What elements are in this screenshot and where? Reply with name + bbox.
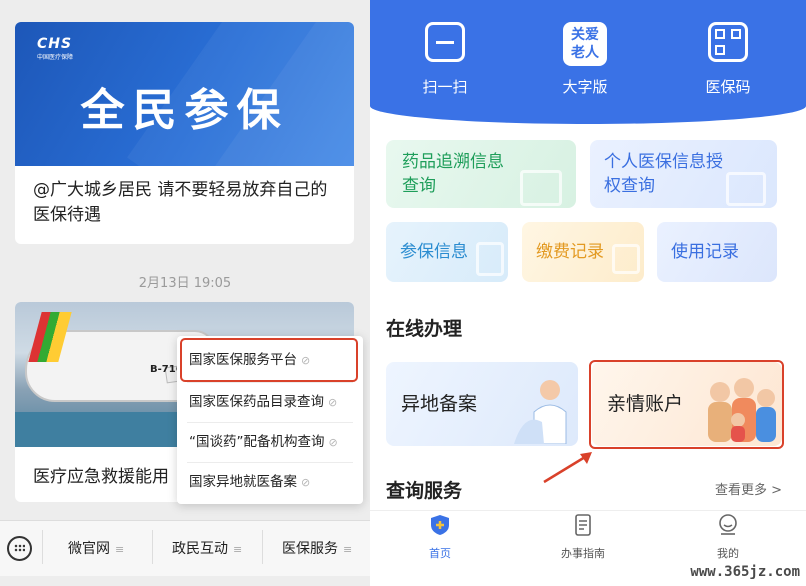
highlight-box [589,360,784,449]
popup-item-negotiated-drug[interactable]: “国谈药”配备机构查询 ⊘ [177,422,363,462]
link-icon: ⊘ [328,436,338,449]
large-font-label[interactable]: 大字版 [540,76,630,97]
home-shield-icon [431,515,449,535]
doctor-illustration [514,380,567,444]
chs-logo: CHS [37,36,73,52]
document-icon [575,514,591,536]
tile-insurance-info[interactable]: 参保信息 [386,222,508,282]
tile-usage-records[interactable]: 使用记录 [657,222,777,282]
wechat-account-panel: CHS 中国医疗保障 全民参保 @广大城乡居民 请不要轻易放弃自己的医保待遇 2… [0,0,370,586]
section-title-online: 在线办理 [386,318,463,340]
tile-info-authorization[interactable]: 个人医保信息授权查询 [590,140,777,208]
menu-item-medical-service[interactable]: 医保服务 ≡ [282,538,352,558]
banner-title: 全民参保 [80,85,289,136]
popup-item-drug-catalog[interactable]: 国家医保药品目录查询 ⊘ [177,382,363,422]
article-banner: CHS 中国医疗保障 全民参保 [15,22,354,166]
scan-label[interactable]: 扫一扫 [400,76,490,97]
nav-profile[interactable]: 我的 [688,514,768,561]
tile-remote-filing[interactable]: 异地备案 [386,362,578,446]
popup-item-remote-filing[interactable]: 国家异地就医备案 ⊘ [177,462,363,502]
menu-lines-icon: ≡ [343,543,353,556]
article-title-2: 医疗应急救援能用 [33,467,169,487]
scan-icon[interactable] [425,22,465,62]
tile-drug-trace[interactable]: 药品追溯信息查询 [386,140,576,208]
link-icon: ⊘ [301,476,311,489]
nav-home[interactable]: 首页 [400,514,480,561]
message-timestamp: 2月13日 19:05 [138,276,232,291]
link-icon: ⊘ [328,396,338,409]
see-more-link[interactable]: 查看更多 > [715,479,782,498]
pointer-arrow [543,452,592,484]
highlight-box [180,338,358,382]
chs-logo-subtitle: 中国医疗保障 [37,54,74,61]
menu-lines-icon: ≡ [115,543,125,556]
keyboard-icon[interactable] [7,536,32,561]
article-title: @广大城乡居民 请不要轻易放弃自己的医保待遇 [33,180,328,225]
watermark: www.365jz.com [690,564,800,580]
menu-item-website[interactable]: 微官网 ≡ [68,538,124,558]
insurance-code-label[interactable]: 医保码 [683,76,773,97]
profile-icon [719,514,737,535]
section-title-query: 查询服务 [386,480,463,502]
qr-code-icon[interactable] [708,22,748,62]
nav-guide[interactable]: 办事指南 [543,514,623,561]
menu-lines-icon: ≡ [233,543,243,556]
elder-icon[interactable]: 关爱 老人 [563,22,607,66]
article-card[interactable]: CHS 中国医疗保障 全民参保 @广大城乡居民 请不要轻易放弃自己的医保待遇 [15,22,354,244]
menu-item-interaction[interactable]: 政民互动 ≡ [172,538,242,558]
tile-payment-records[interactable]: 缴费记录 [522,222,644,282]
medical-insurance-app: 扫一扫 关爱 老人 大字版 医保码 药品追溯信息查询 个人医保信息授权查询 参保信… [370,0,806,586]
